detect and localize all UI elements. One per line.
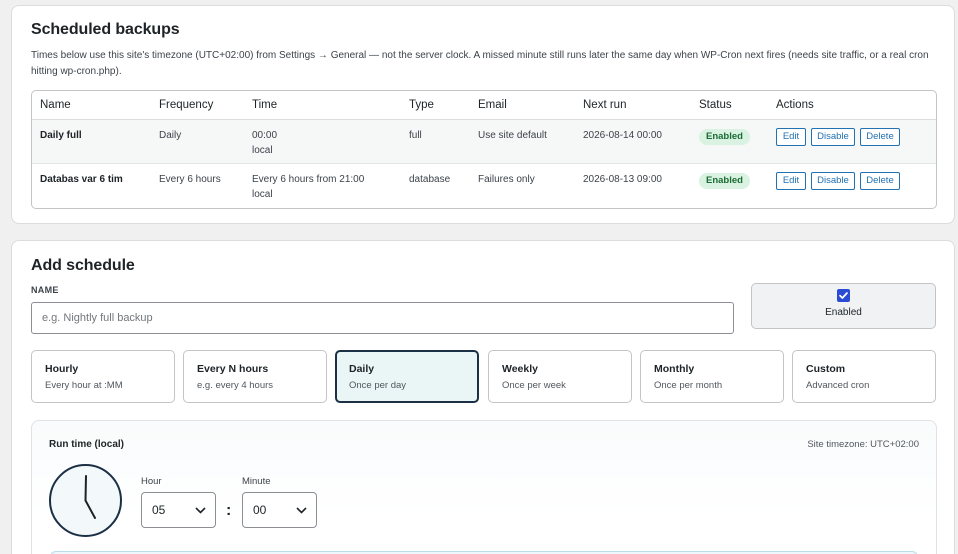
minute-label: Minute	[242, 476, 271, 487]
row-frequency: Every 6 hours	[159, 174, 221, 185]
add-schedule-title: Add schedule	[31, 257, 135, 274]
table-header: Name Frequency Time Type Email Next run …	[32, 91, 936, 120]
scheduled-backups-title: Scheduled backups	[31, 21, 180, 38]
frequency-title: Custom	[806, 363, 846, 375]
site-timezone: Site timezone: UTC+02:00	[807, 439, 919, 450]
delete-button[interactable]: Delete	[860, 172, 900, 190]
row-next-run: 2026-08-13 09:00	[583, 174, 662, 185]
edit-button[interactable]: Edit	[776, 128, 806, 146]
row-time: 00:00	[252, 130, 278, 141]
minute-value: 00	[253, 503, 267, 517]
disable-button[interactable]: Disable	[811, 128, 855, 146]
row-time: Every 6 hours from 21:00	[252, 174, 365, 185]
scheduled-backups-card: Scheduled backups Times below use this s…	[11, 5, 955, 224]
frequency-sub: Once per day	[349, 380, 407, 391]
col-type: Type	[409, 99, 434, 111]
delete-button[interactable]: Delete	[860, 128, 900, 146]
disable-button[interactable]: Disable	[811, 172, 855, 190]
add-schedule-card: Add schedule NAME Enabled Hourly Every h…	[11, 240, 955, 554]
status-badge: Enabled	[699, 129, 750, 145]
hour-value: 05	[152, 503, 166, 517]
row-next-run: 2026-08-14 00:00	[583, 130, 662, 141]
enabled-label: Enabled	[825, 307, 862, 318]
frequency-sub: Advanced cron	[806, 380, 870, 391]
clock-icon	[49, 464, 122, 537]
table-row: Databas var 6 tim Every 6 hours Every 6 …	[32, 165, 936, 208]
time-separator: :	[226, 502, 232, 519]
frequency-sub: Once per month	[654, 380, 723, 391]
schedule-name-input[interactable]	[31, 302, 734, 334]
frequency-every-n-hours[interactable]: Every N hours e.g. every 4 hours	[183, 350, 327, 403]
table-row: Daily full Daily 00:00 local full Use si…	[32, 120, 936, 164]
frequency-title: Hourly	[45, 363, 79, 375]
col-status: Status	[699, 99, 732, 111]
frequency-weekly[interactable]: Weekly Once per week	[488, 350, 632, 403]
frequency-sub: e.g. every 4 hours	[197, 380, 274, 391]
run-time-panel: Run time (local) Site timezone: UTC+02:0…	[31, 420, 937, 554]
frequency-hourly[interactable]: Hourly Every hour at :MM	[31, 350, 175, 403]
row-email: Use site default	[478, 130, 547, 141]
col-name: Name	[40, 99, 71, 111]
col-time: Time	[252, 99, 278, 111]
row-type: database	[409, 174, 451, 185]
enabled-checkbox[interactable]	[837, 289, 850, 302]
row-frequency: Daily	[159, 130, 182, 141]
frequency-title: Daily	[349, 363, 375, 375]
checkmark-icon	[839, 292, 848, 299]
name-label: NAME	[31, 285, 59, 295]
enabled-toggle[interactable]: Enabled	[751, 283, 936, 329]
row-time-note: local	[252, 145, 273, 156]
frequency-title: Weekly	[502, 363, 538, 375]
frequency-title: Monthly	[654, 363, 695, 375]
frequency-custom[interactable]: Custom Advanced cron	[792, 350, 936, 403]
chevron-down-icon	[195, 507, 206, 514]
hour-label: Hour	[141, 476, 162, 487]
frequency-sub: Once per week	[502, 380, 566, 391]
minute-select[interactable]: 00	[242, 492, 317, 528]
col-next-run: Next run	[583, 99, 627, 111]
row-email: Failures only	[478, 174, 535, 185]
frequency-monthly[interactable]: Monthly Once per month	[640, 350, 784, 403]
col-frequency: Frequency	[159, 99, 214, 111]
chevron-down-icon	[296, 507, 307, 514]
row-type: full	[409, 130, 422, 141]
frequency-daily[interactable]: Daily Once per day	[335, 350, 479, 403]
row-time-note: local	[252, 189, 273, 200]
frequency-title: Every N hours	[197, 363, 269, 375]
row-name: Databas var 6 tim	[40, 174, 123, 185]
col-actions: Actions	[776, 99, 814, 111]
row-name: Daily full	[40, 130, 82, 141]
col-email: Email	[478, 99, 507, 111]
hour-select[interactable]: 05	[141, 492, 216, 528]
timezone-note: Times below use this site's timezone (UT…	[31, 50, 929, 77]
run-time-title: Run time (local)	[49, 439, 125, 450]
edit-button[interactable]: Edit	[776, 172, 806, 190]
status-badge: Enabled	[699, 173, 750, 189]
frequency-sub: Every hour at :MM	[45, 380, 123, 391]
schedules-table: Name Frequency Time Type Email Next run …	[31, 90, 937, 209]
